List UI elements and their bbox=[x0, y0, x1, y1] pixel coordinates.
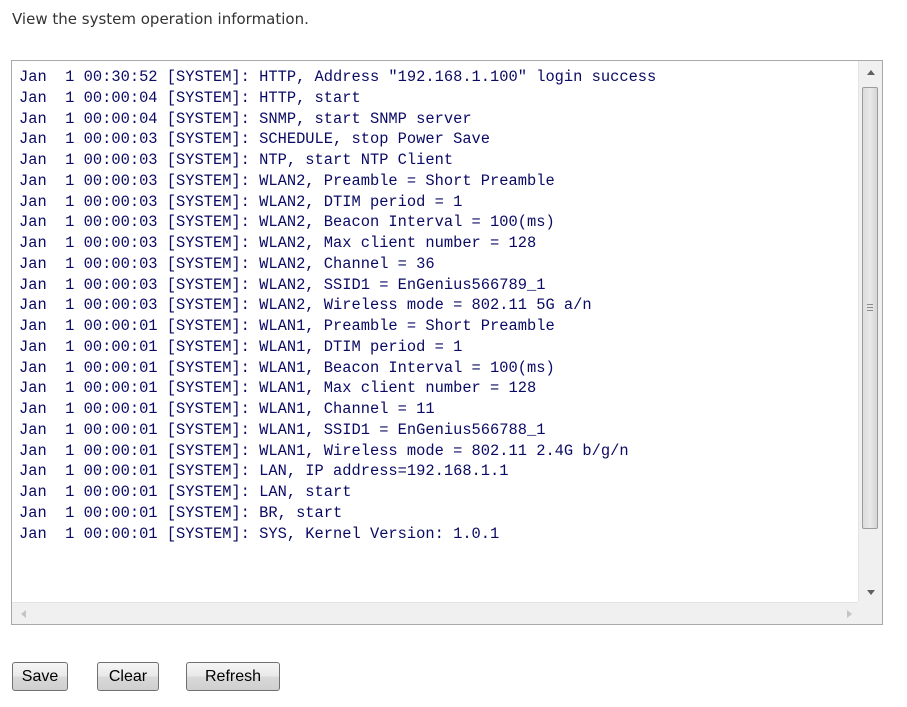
scroll-right-button[interactable] bbox=[838, 603, 860, 624]
log-line: Jan 1 00:00:01 [SYSTEM]: WLAN1, SSID1 = … bbox=[19, 420, 546, 439]
log-line: Jan 1 00:00:03 [SYSTEM]: WLAN2, Beacon I… bbox=[19, 213, 555, 232]
clear-button[interactable]: Clear bbox=[97, 662, 159, 691]
log-line: Jan 1 00:00:03 [SYSTEM]: WLAN2, Max clie… bbox=[19, 234, 537, 252]
system-log-textarea[interactable]: Jan 1 00:30:52 [SYSTEM]: HTTP, Address "… bbox=[11, 60, 883, 625]
log-line: Jan 1 00:00:01 [SYSTEM]: WLAN1, DTIM per… bbox=[19, 337, 463, 356]
system-log-content[interactable]: Jan 1 00:30:52 [SYSTEM]: HTTP, Address "… bbox=[12, 61, 860, 603]
arrow-left-icon bbox=[20, 609, 26, 618]
log-line: Jan 1 00:00:03 [SYSTEM]: WLAN2, Channel … bbox=[19, 254, 435, 273]
log-line: Jan 1 00:00:01 [SYSTEM]: WLAN1, Preamble… bbox=[19, 317, 555, 335]
log-line: Jan 1 00:00:03 [SYSTEM]: WLAN2, SSID1 = … bbox=[19, 275, 546, 294]
log-line: Jan 1 00:00:03 [SYSTEM]: SCHEDULE, stop … bbox=[19, 130, 491, 149]
log-line: Jan 1 00:00:01 [SYSTEM]: LAN, start bbox=[19, 483, 352, 501]
log-line: Jan 1 00:00:01 [SYSTEM]: WLAN1, Beacon I… bbox=[19, 358, 555, 377]
scroll-down-button[interactable] bbox=[859, 581, 882, 603]
scroll-up-button[interactable] bbox=[859, 61, 882, 83]
log-line: Jan 1 00:00:03 [SYSTEM]: NTP, start NTP … bbox=[19, 151, 454, 169]
log-line: Jan 1 00:00:03 [SYSTEM]: WLAN2, DTIM per… bbox=[19, 192, 463, 211]
vertical-scrollbar[interactable] bbox=[858, 61, 882, 603]
log-line: Jan 1 00:30:52 [SYSTEM]: HTTP, Address "… bbox=[19, 68, 657, 86]
page-description: View the system operation information. bbox=[12, 10, 309, 28]
log-line: Jan 1 00:00:04 [SYSTEM]: HTTP, start bbox=[19, 88, 361, 107]
scroll-left-button[interactable] bbox=[12, 603, 34, 624]
save-button[interactable]: Save bbox=[12, 662, 68, 691]
arrow-up-icon bbox=[866, 69, 875, 75]
log-line: Jan 1 00:00:04 [SYSTEM]: SNMP, start SNM… bbox=[19, 109, 472, 128]
log-line: Jan 1 00:00:03 [SYSTEM]: WLAN2, Wireless… bbox=[19, 296, 592, 315]
horizontal-scrollbar[interactable] bbox=[12, 602, 860, 624]
log-line: Jan 1 00:00:01 [SYSTEM]: SYS, Kernel Ver… bbox=[19, 524, 500, 543]
log-line: Jan 1 00:00:01 [SYSTEM]: BR, start bbox=[19, 503, 343, 522]
arrow-right-icon bbox=[846, 609, 852, 618]
log-line: Jan 1 00:00:01 [SYSTEM]: WLAN1, Max clie… bbox=[19, 379, 537, 398]
refresh-button[interactable]: Refresh bbox=[186, 662, 280, 691]
vertical-scroll-thumb[interactable] bbox=[862, 87, 878, 529]
log-line: Jan 1 00:00:01 [SYSTEM]: LAN, IP address… bbox=[19, 462, 509, 481]
arrow-down-icon bbox=[866, 589, 875, 595]
log-line: Jan 1 00:00:01 [SYSTEM]: WLAN1, Channel … bbox=[19, 400, 435, 418]
log-line: Jan 1 00:00:01 [SYSTEM]: WLAN1, Wireless… bbox=[19, 441, 629, 460]
grip-icon bbox=[867, 304, 873, 312]
log-line: Jan 1 00:00:03 [SYSTEM]: WLAN2, Preamble… bbox=[19, 171, 555, 190]
scrollbar-corner bbox=[858, 602, 882, 624]
